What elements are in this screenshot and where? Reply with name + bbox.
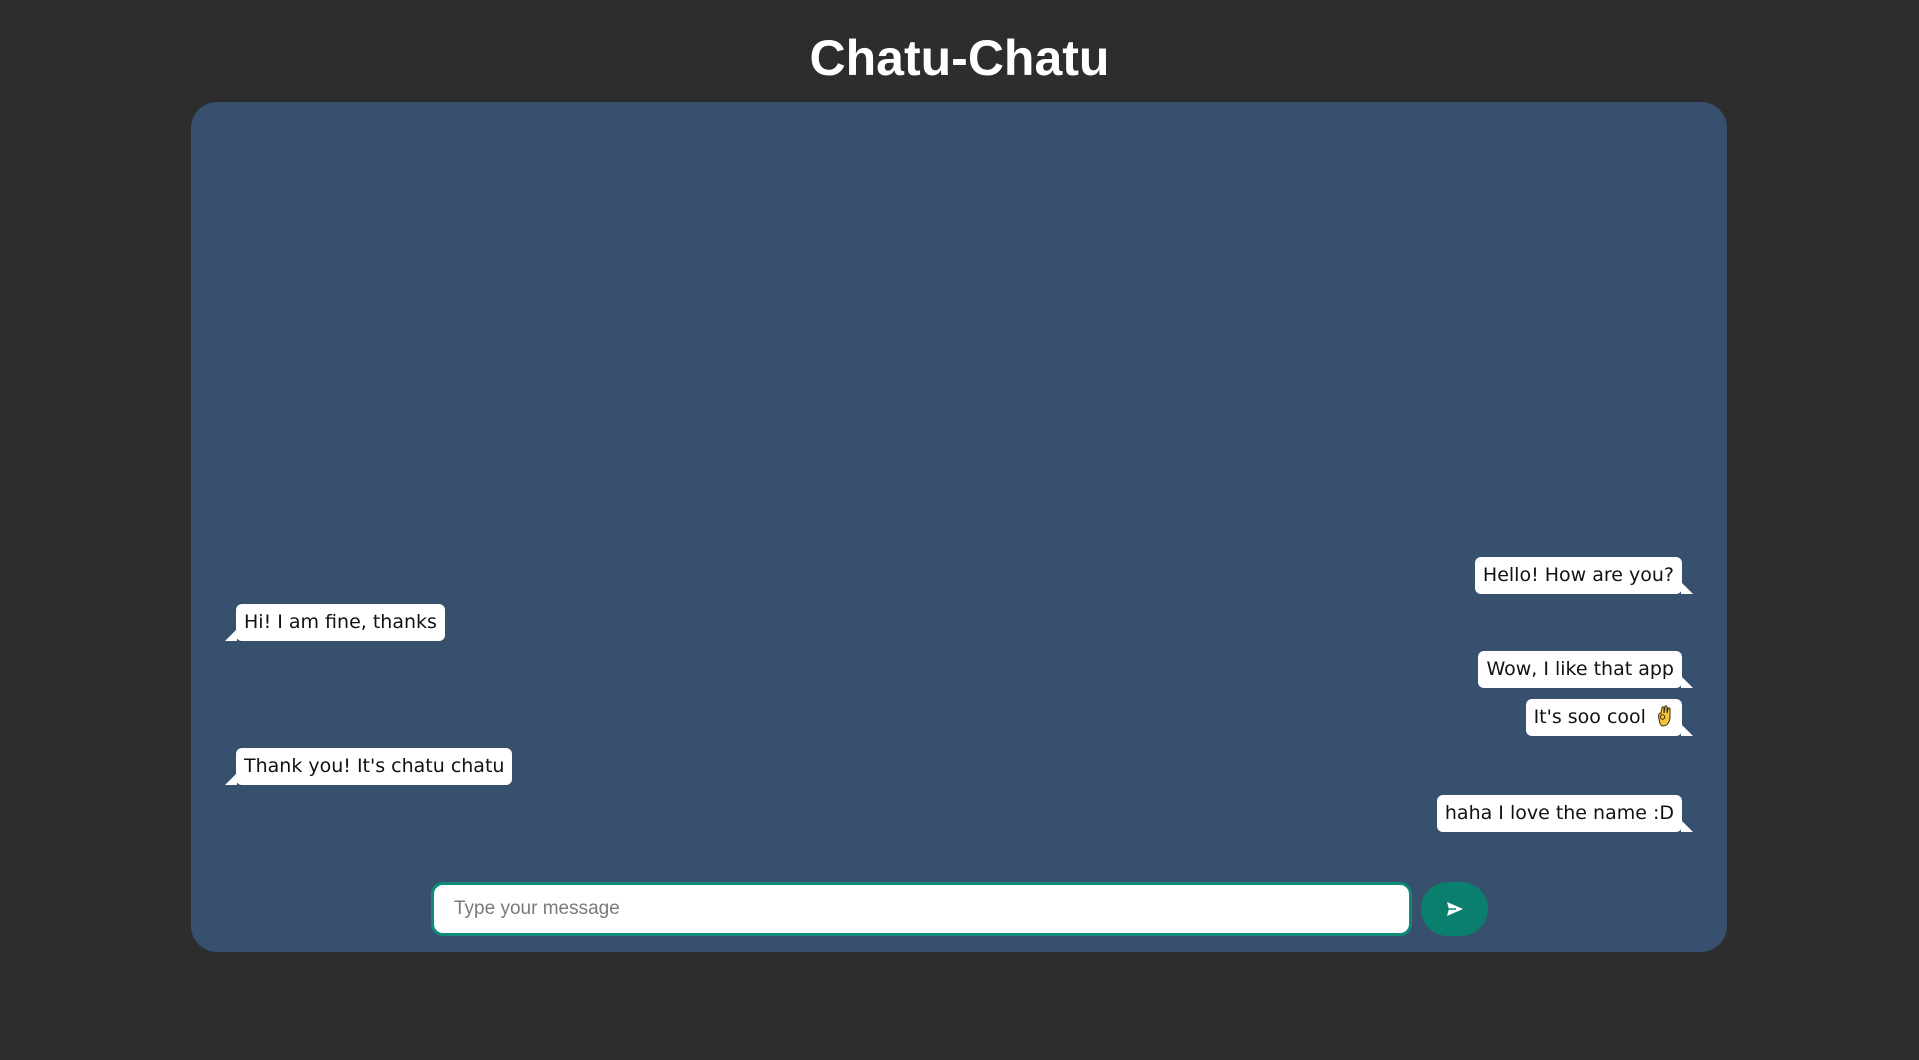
message-text: Hello! How are you? <box>1482 564 1674 586</box>
message-text: Thank you! It's chatu chatu <box>244 755 505 777</box>
message-bubble-received: Hi! I am fine, thanks <box>225 604 445 641</box>
message-text: It's soo cool <box>1533 706 1646 728</box>
send-button[interactable] <box>1421 882 1488 936</box>
send-icon <box>1446 901 1464 917</box>
app-title: Chatu-Chatu <box>809 30 1110 86</box>
message-text: Wow, I like that app <box>1486 658 1674 680</box>
message-text: haha I love the name :D <box>1444 802 1674 824</box>
message-bubble-sent: Hello! How are you? <box>1474 557 1694 594</box>
message-bubble-sent: It's soo cool <box>1525 699 1694 736</box>
ok-hand-emoji-icon <box>1656 705 1674 727</box>
message-list: Hello! How are you? Hi! I am fine, thank… <box>191 102 1727 952</box>
message-composer <box>431 882 1488 936</box>
message-bubble-sent: haha I love the name :D <box>1436 795 1694 832</box>
message-bubble-sent: Wow, I like that app <box>1478 651 1693 688</box>
message-text: Hi! I am fine, thanks <box>244 611 437 633</box>
message-bubble-received: Thank you! It's chatu chatu <box>224 748 513 785</box>
chat-window: Hello! How are you? Hi! I am fine, thank… <box>191 102 1727 952</box>
message-input[interactable] <box>431 882 1412 936</box>
